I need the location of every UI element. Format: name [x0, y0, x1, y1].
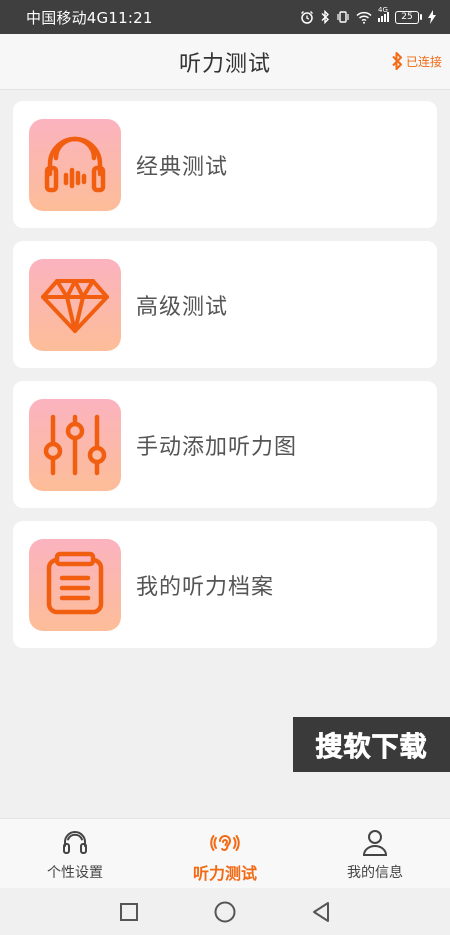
- back-button[interactable]: [273, 892, 369, 932]
- card-advanced-test[interactable]: 高级测试: [13, 241, 437, 368]
- card-label: 高级测试: [136, 294, 229, 320]
- triangle-back-icon: [313, 901, 329, 922]
- nav-tab-my-info[interactable]: 我的信息: [300, 819, 450, 888]
- nav-tab-settings[interactable]: 个性设置: [0, 819, 150, 888]
- wifi-icon: [356, 11, 372, 24]
- card-hearing-records[interactable]: 我的听力档案: [13, 521, 437, 648]
- circle-icon: [214, 901, 236, 922]
- bottom-nav: 个性设置 听力测试 我的信息: [0, 818, 450, 888]
- battery-level: 25: [395, 10, 419, 24]
- bluetooth-icon: [392, 52, 402, 70]
- status-carrier-time: 中国移动4G11:21: [26, 8, 153, 27]
- charging-icon: [428, 10, 436, 24]
- status-icons: 4G 25: [300, 6, 436, 24]
- nav-label: 听力测试: [192, 864, 257, 883]
- card-label: 经典测试: [136, 154, 229, 180]
- card-label: 我的听力档案: [136, 574, 275, 600]
- bluetooth-icon: [321, 10, 329, 24]
- alarm-icon: [301, 11, 313, 24]
- app-header: 听力测试 已连接: [0, 34, 450, 90]
- headphones-icon: [29, 118, 121, 211]
- headset-icon: [60, 828, 90, 858]
- home-button[interactable]: [177, 892, 273, 932]
- sliders-icon: [29, 398, 121, 491]
- nav-label: 个性设置: [47, 865, 103, 881]
- signal-badge: 4G: [378, 6, 388, 14]
- watermark-banner: 搜软下载: [293, 717, 450, 772]
- card-manual-audiogram[interactable]: 手动添加听力图: [13, 381, 437, 508]
- system-nav-bar: [0, 888, 450, 935]
- person-icon: [360, 828, 390, 858]
- nav-tab-hearing-test[interactable]: 听力测试: [150, 819, 300, 888]
- diamond-icon: [29, 258, 121, 351]
- card-classic-test[interactable]: 经典测试: [13, 101, 437, 228]
- vibrate-icon: [337, 11, 349, 23]
- ear-icon: [210, 828, 240, 858]
- recents-button[interactable]: [81, 892, 177, 932]
- page-title: 听力测试: [178, 51, 271, 77]
- nav-label: 我的信息: [347, 865, 403, 881]
- bluetooth-status[interactable]: 已连接: [391, 51, 442, 71]
- menu-cards: 经典测试 高级测试 手动添加听力图 我的听力档案: [13, 101, 437, 661]
- battery-icon: 25: [395, 10, 422, 24]
- status-bar: 中国移动4G11:21 4G 25: [0, 0, 450, 34]
- card-label: 手动添加听力图: [136, 434, 298, 460]
- cell-signal-icon: 4G: [378, 6, 389, 22]
- square-icon: [120, 902, 138, 921]
- bluetooth-status-label: 已连接: [405, 54, 442, 69]
- document-icon: [29, 538, 121, 631]
